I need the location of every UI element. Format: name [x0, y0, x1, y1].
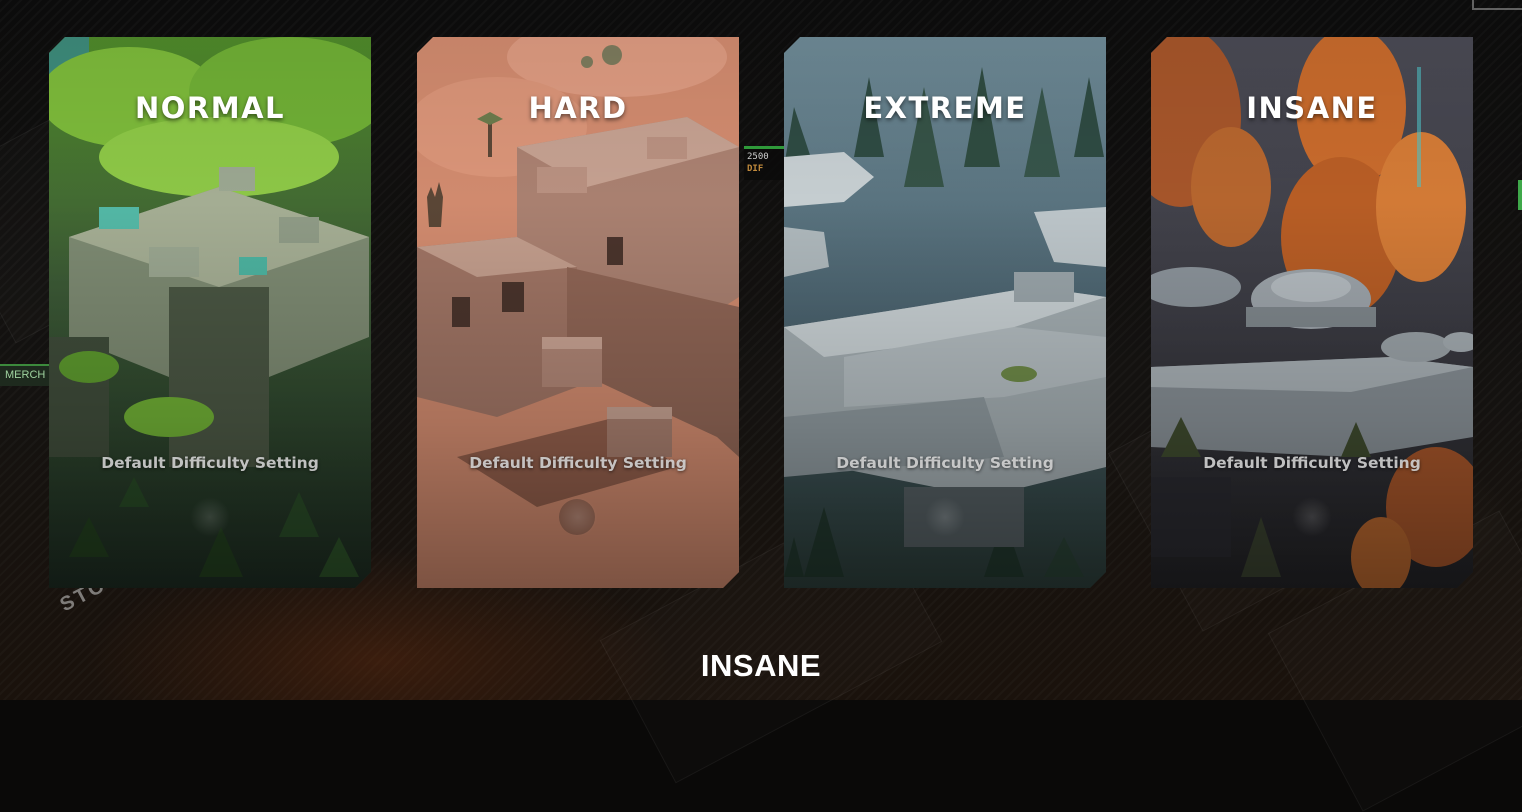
card-glow	[1292, 497, 1332, 537]
difficulty-description: Default Difficulty Setting	[1203, 454, 1421, 472]
card-glow	[925, 497, 965, 537]
world-health-bar	[1518, 180, 1522, 210]
card-glow	[558, 497, 598, 537]
world-corner-frame	[1472, 0, 1522, 10]
difficulty-title: NORMAL	[134, 91, 286, 125]
difficulty-description: Default Difficulty Setting	[469, 454, 687, 472]
difficulty-card-normal[interactable]: NORMAL Default Difficulty Setting	[49, 37, 371, 588]
difficulty-card-hard[interactable]: HARD Default Difficulty Setting	[417, 37, 739, 588]
difficulty-card-insane[interactable]: INSANE Default Difficulty Setting	[1151, 37, 1473, 588]
card-glow	[190, 497, 230, 537]
difficulty-title: HARD	[528, 91, 628, 125]
merchant-tag: MERCH	[0, 364, 55, 386]
difficulty-title: EXTREME	[863, 91, 1027, 125]
difficulty-title: INSANE	[1246, 91, 1378, 125]
difficulty-card-extreme[interactable]: EXTREME Default Difficulty Setting	[784, 37, 1106, 588]
difficulty-description: Default Difficulty Setting	[836, 454, 1054, 472]
difficulty-card-row: NORMAL Default Difficulty Setting HARD D…	[49, 37, 1473, 588]
selected-difficulty-label: INSANE	[700, 648, 822, 683]
difficulty-description: Default Difficulty Setting	[101, 454, 319, 472]
